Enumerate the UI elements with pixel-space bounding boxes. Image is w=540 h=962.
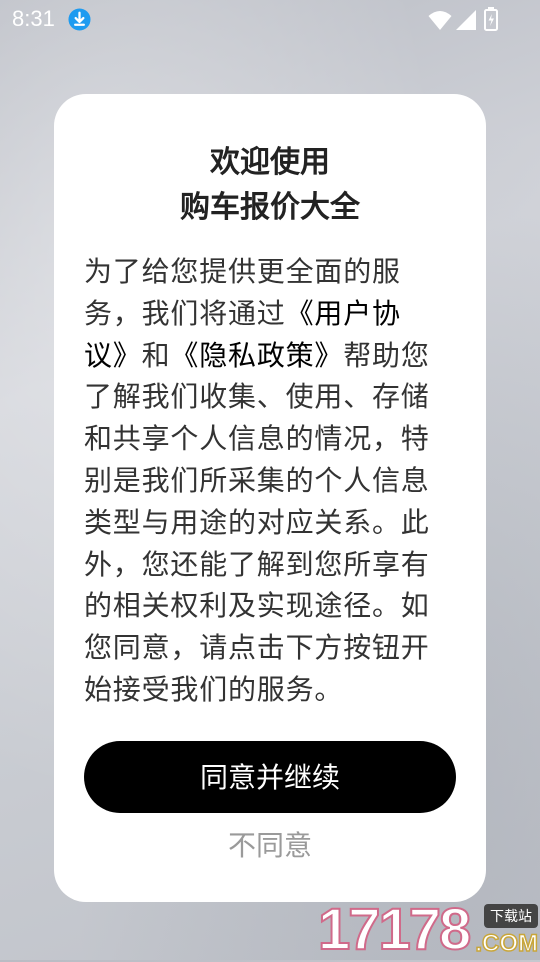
body-text-part-3: 帮助您了解我们收集、使用、存储和共享个人信息的情况，特别是我们所采集的个人信息类…	[84, 338, 430, 706]
watermark-domain: .COM	[475, 929, 539, 958]
wifi-icon	[428, 11, 452, 30]
dialog-body: 为了给您提供更全面的服务，我们将通过《用户协议》和《隐私政策》帮助您了解我们收集…	[84, 251, 440, 711]
signal-icon	[456, 10, 476, 30]
battery-icon	[484, 7, 498, 31]
body-text-part-2: 和	[141, 338, 171, 372]
watermark-tag: 下载站	[484, 904, 538, 928]
agree-continue-button[interactable]: 同意并继续	[84, 741, 456, 813]
status-icons	[428, 7, 502, 33]
status-time: 8:31	[12, 6, 55, 31]
title-line-1: 欢迎使用	[210, 145, 330, 180]
download-icon	[68, 8, 91, 31]
title-line-2: 购车报价大全	[180, 190, 360, 225]
watermark-number: 17178	[317, 897, 472, 962]
status-bar: 8:31	[0, 0, 540, 40]
privacy-policy-link[interactable]: 《隐私政策》	[170, 339, 343, 372]
site-watermark: 17178 下载站 .COM	[317, 897, 540, 962]
dialog-title: 欢迎使用 购车报价大全	[0, 140, 540, 230]
disagree-button[interactable]: 不同意	[0, 826, 540, 866]
